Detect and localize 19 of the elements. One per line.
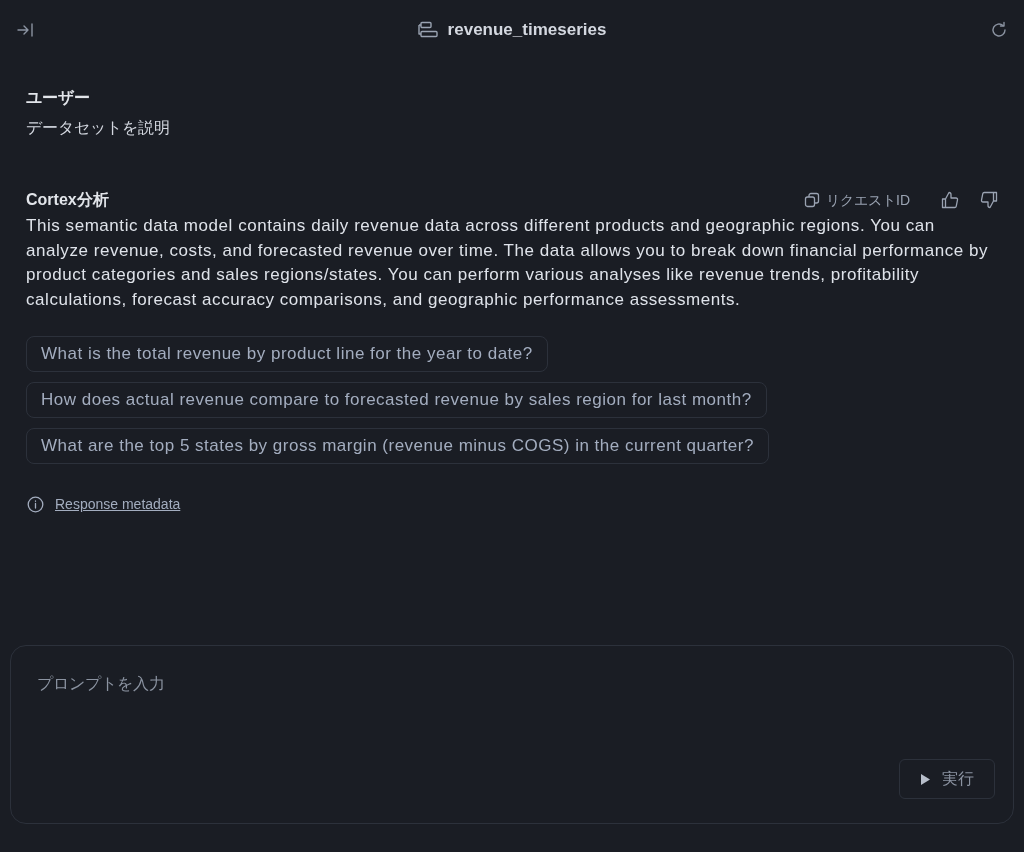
- response-text: This semantic data model contains daily revenue data across different products and geographic regions. You can analyze revenue, costs, and forecasted revenue over time. The data allows you to break down financial performance by product categories and sales regions/states. You can perform various analyses like revenue trends, profitability calculations, forecast accuracy comparisons, and geographic performance assessments.: [26, 215, 990, 311]
- thumbs-up-icon[interactable]: [941, 191, 959, 209]
- copy-icon: [804, 192, 820, 208]
- info-icon: [27, 496, 44, 513]
- suggestion-button[interactable]: What are the top 5 states by gross margin (revenue minus COGS) in the current quarter?: [26, 428, 769, 464]
- author-label: ユーザー: [26, 88, 90, 108]
- metadata-link[interactable]: Response metadata: [55, 494, 181, 515]
- semantic-model-icon: [417, 21, 438, 39]
- model-title: revenue_timeseries: [447, 19, 607, 42]
- suggestion-button[interactable]: What is the total revenue by product line for the year to date?: [26, 336, 548, 372]
- play-icon: [920, 773, 930, 785]
- run-button[interactable]: 実行: [899, 759, 995, 799]
- refresh-icon[interactable]: [990, 21, 1008, 39]
- suggestion-button[interactable]: How does actual revenue compare to forecasted revenue by sales region for last month?: [26, 382, 767, 418]
- collapse-sidebar-icon[interactable]: [16, 21, 34, 39]
- thumbs-down-icon[interactable]: [980, 191, 998, 209]
- request-id-button[interactable]: リクエストID: [804, 189, 910, 211]
- author-label: Cortex分析: [26, 190, 109, 210]
- user-message: データセットを説明: [26, 118, 170, 138]
